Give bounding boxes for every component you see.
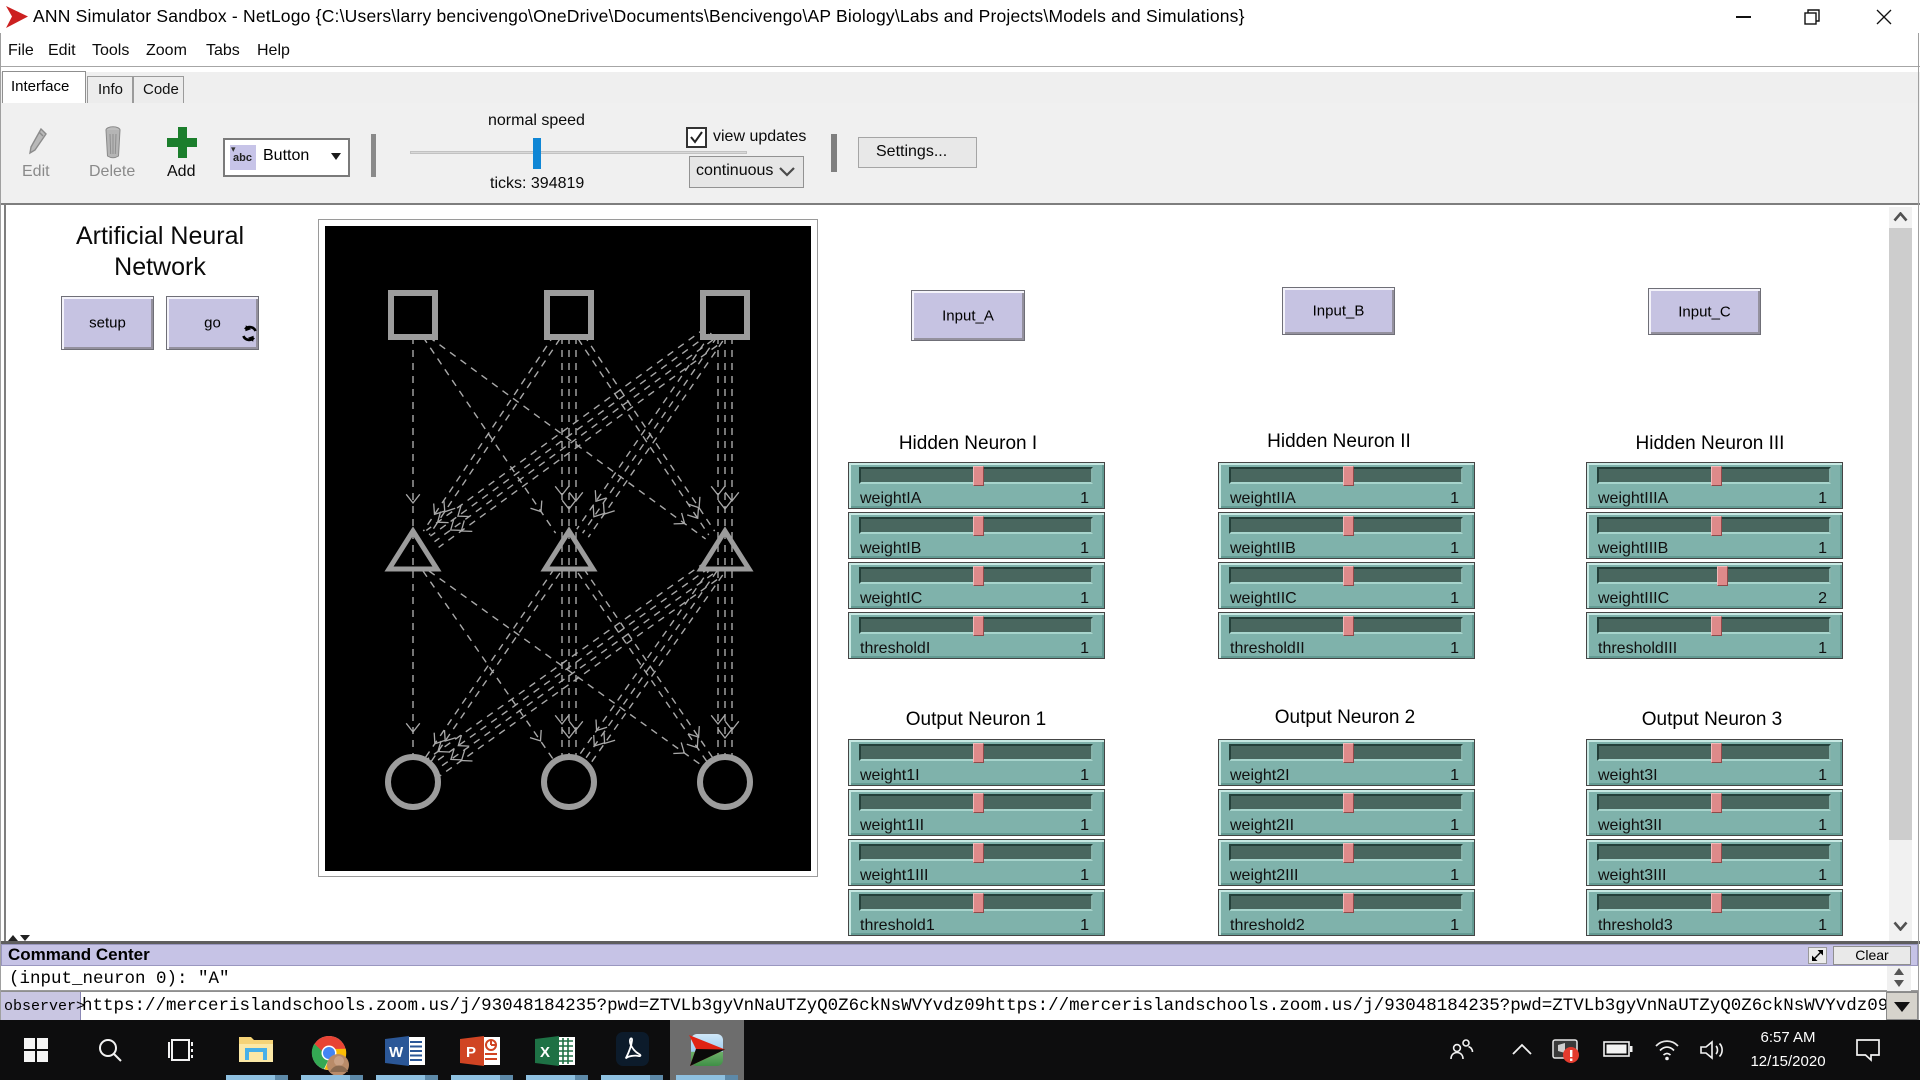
svg-text:X: X bbox=[540, 1044, 550, 1061]
svg-text:P: P bbox=[466, 1044, 476, 1061]
svg-text:W: W bbox=[389, 1044, 404, 1061]
